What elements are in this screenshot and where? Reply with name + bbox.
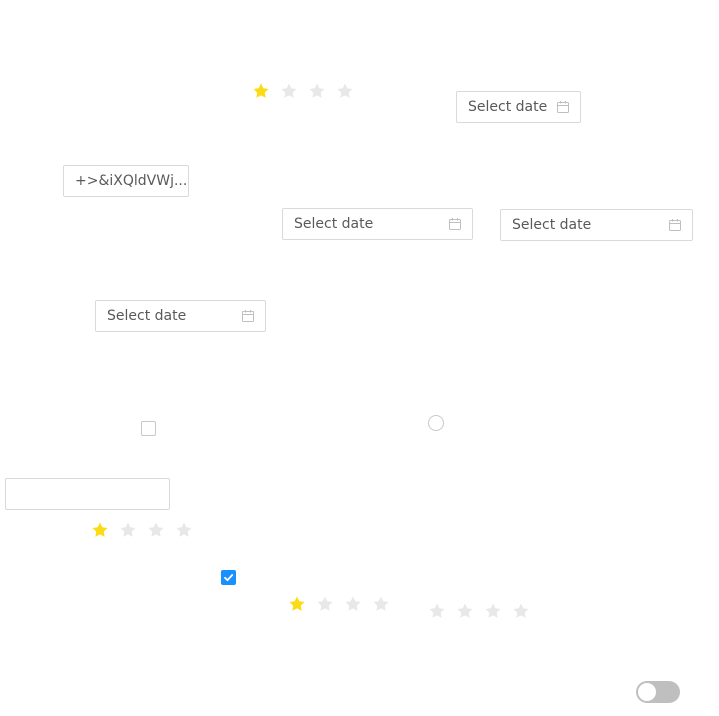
- date-picker-placeholder: Select date: [107, 308, 187, 324]
- star-icon[interactable]: [91, 521, 109, 539]
- calendar-icon: [241, 309, 255, 323]
- text-input-value: +>&iXQldVWj...: [75, 173, 188, 189]
- star-icon[interactable]: [308, 82, 326, 100]
- star-rating[interactable]: [91, 520, 193, 540]
- checkbox[interactable]: [141, 421, 156, 436]
- date-picker[interactable]: Select date: [500, 209, 693, 241]
- empty-text-input[interactable]: [5, 478, 170, 510]
- date-picker[interactable]: Select date: [282, 208, 473, 240]
- star-rating[interactable]: [252, 81, 354, 101]
- star-icon[interactable]: [512, 602, 530, 620]
- toggle-knob: [638, 683, 656, 701]
- star-icon[interactable]: [280, 82, 298, 100]
- date-picker-placeholder: Select date: [512, 217, 592, 233]
- checkbox-checked[interactable]: [221, 570, 236, 585]
- star-icon[interactable]: [344, 595, 362, 613]
- star-icon[interactable]: [119, 521, 137, 539]
- calendar-icon: [556, 100, 570, 114]
- radio-button[interactable]: [428, 415, 444, 431]
- star-icon[interactable]: [288, 595, 306, 613]
- star-icon[interactable]: [147, 521, 165, 539]
- date-picker[interactable]: Select date: [95, 300, 266, 332]
- text-input[interactable]: +>&iXQldVWj...: [63, 165, 189, 197]
- star-icon[interactable]: [372, 595, 390, 613]
- star-icon[interactable]: [428, 602, 446, 620]
- star-rating[interactable]: [428, 601, 530, 621]
- date-picker-placeholder: Select date: [294, 216, 374, 232]
- star-icon[interactable]: [316, 595, 334, 613]
- toggle-switch[interactable]: [636, 681, 680, 703]
- star-icon[interactable]: [252, 82, 270, 100]
- star-rating[interactable]: [288, 594, 390, 614]
- date-picker[interactable]: Select date: [456, 91, 581, 123]
- star-icon[interactable]: [336, 82, 354, 100]
- calendar-icon: [448, 217, 462, 231]
- checkmark-icon: [224, 574, 234, 582]
- star-icon[interactable]: [175, 521, 193, 539]
- star-icon[interactable]: [456, 602, 474, 620]
- calendar-icon: [668, 218, 682, 232]
- date-picker-placeholder: Select date: [468, 99, 548, 115]
- star-icon[interactable]: [484, 602, 502, 620]
